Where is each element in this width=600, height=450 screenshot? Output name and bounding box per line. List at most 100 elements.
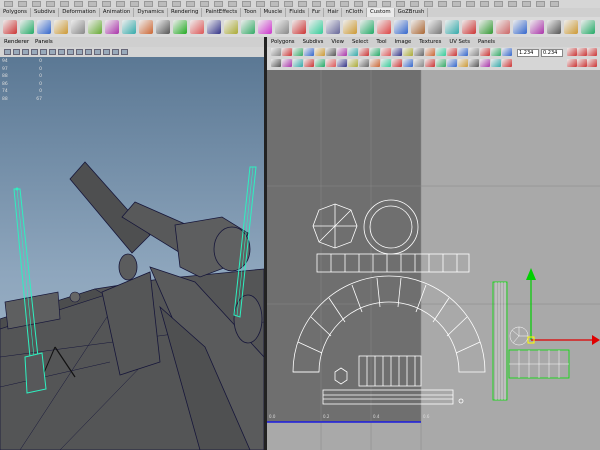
- status-line-button[interactable]: [382, 1, 391, 7]
- uv-tool-icon[interactable]: [458, 59, 468, 67]
- status-line-button[interactable]: [158, 1, 167, 7]
- status-line-button[interactable]: [4, 1, 13, 7]
- uv-tool-icon[interactable]: [447, 48, 457, 56]
- status-line-button[interactable]: [88, 1, 97, 7]
- uv-tool-icon[interactable]: [381, 59, 391, 67]
- uv-tool-icon[interactable]: [587, 59, 597, 67]
- uv-tool-icon[interactable]: [315, 59, 325, 67]
- shelf-tool-icon[interactable]: [173, 20, 187, 34]
- status-line-button[interactable]: [354, 1, 363, 7]
- shelf-tab-gozbrush[interactable]: GoZBrush: [395, 8, 429, 17]
- uv-menu-select[interactable]: Select: [348, 37, 372, 47]
- uv-tool-icon[interactable]: [414, 59, 424, 67]
- menu-panels[interactable]: Panels: [35, 39, 53, 45]
- panel-toolbar-icon[interactable]: [85, 49, 92, 55]
- uv-tool-icon[interactable]: [403, 48, 413, 56]
- shelf-tool-icon[interactable]: [496, 20, 510, 34]
- shelf-tool-icon[interactable]: [275, 20, 289, 34]
- shelf-tab-fur[interactable]: Fur: [309, 8, 325, 17]
- status-line-button[interactable]: [18, 1, 27, 7]
- status-line-button[interactable]: [298, 1, 307, 7]
- status-line-button[interactable]: [74, 1, 83, 7]
- shelf-tool-icon[interactable]: [513, 20, 527, 34]
- status-line-button[interactable]: [438, 1, 447, 7]
- shelf-tool-icon[interactable]: [105, 20, 119, 34]
- status-line-button[interactable]: [340, 1, 349, 7]
- uv-tool-icon[interactable]: [359, 59, 369, 67]
- status-line-button[interactable]: [270, 1, 279, 7]
- status-line-button[interactable]: [424, 1, 433, 7]
- uv-tool-icon[interactable]: [293, 48, 303, 56]
- shelf-tab-muscle[interactable]: Muscle: [261, 8, 287, 17]
- uv-tool-icon[interactable]: [282, 59, 292, 67]
- status-line-button[interactable]: [46, 1, 55, 7]
- uv-tool-icon[interactable]: [293, 59, 303, 67]
- status-line-button[interactable]: [102, 1, 111, 7]
- uv-tool-icon[interactable]: [271, 48, 281, 56]
- uv-tool-icon[interactable]: [480, 59, 490, 67]
- shelf-tab-rendering[interactable]: Rendering: [168, 8, 203, 17]
- uv-tool-icon[interactable]: [315, 48, 325, 56]
- shelf-tool-icon[interactable]: [258, 20, 272, 34]
- shelf-tool-icon[interactable]: [547, 20, 561, 34]
- status-line-button[interactable]: [466, 1, 475, 7]
- uv-tool-icon[interactable]: [370, 59, 380, 67]
- panel-toolbar-icon[interactable]: [67, 49, 74, 55]
- shelf-tool-icon[interactable]: [309, 20, 323, 34]
- u-value-field[interactable]: 1.234: [517, 49, 539, 57]
- uv-tool-icon[interactable]: [392, 59, 402, 67]
- shelf-tool-icon[interactable]: [190, 20, 204, 34]
- panel-toolbar-icon[interactable]: [94, 49, 101, 55]
- shelf-tab-deformation[interactable]: Deformation: [59, 8, 100, 17]
- shelf-tab-dynamics[interactable]: Dynamics: [134, 8, 168, 17]
- uv-tool-icon[interactable]: [458, 48, 468, 56]
- status-line-button[interactable]: [256, 1, 265, 7]
- uv-tool-icon[interactable]: [436, 59, 446, 67]
- status-line-button[interactable]: [312, 1, 321, 7]
- shelf-tab-toon[interactable]: Toon: [241, 8, 261, 17]
- uv-tool-icon[interactable]: [326, 48, 336, 56]
- uv-tool-icon[interactable]: [348, 48, 358, 56]
- uv-tool-icon[interactable]: [326, 59, 336, 67]
- uv-tool-icon[interactable]: [403, 59, 413, 67]
- uv-tool-icon[interactable]: [370, 48, 380, 56]
- shelf-tool-icon[interactable]: [20, 20, 34, 34]
- uv-menu-textures[interactable]: Textures: [415, 37, 445, 47]
- panel-toolbar-icon[interactable]: [76, 49, 83, 55]
- uv-tool-icon[interactable]: [587, 48, 597, 56]
- panel-toolbar-icon[interactable]: [22, 49, 29, 55]
- shelf-tab-ncloth[interactable]: nCloth: [342, 8, 367, 17]
- uv-tool-icon[interactable]: [381, 48, 391, 56]
- shelf-tool-icon[interactable]: [37, 20, 51, 34]
- status-line-button[interactable]: [32, 1, 41, 7]
- status-line-button[interactable]: [284, 1, 293, 7]
- uv-tool-icon[interactable]: [359, 48, 369, 56]
- status-line-button[interactable]: [508, 1, 517, 7]
- uv-tool-icon[interactable]: [502, 59, 512, 67]
- shelf-tool-icon[interactable]: [445, 20, 459, 34]
- uv-menu-tool[interactable]: Tool: [372, 37, 390, 47]
- uv-tool-icon[interactable]: [491, 59, 501, 67]
- uv-tool-icon[interactable]: [469, 59, 479, 67]
- uv-tool-icon[interactable]: [447, 59, 457, 67]
- status-line-button[interactable]: [494, 1, 503, 7]
- status-line-button[interactable]: [452, 1, 461, 7]
- status-line-button[interactable]: [410, 1, 419, 7]
- uv-menu-uv-sets[interactable]: UV Sets: [445, 37, 474, 47]
- shelf-tool-icon[interactable]: [360, 20, 374, 34]
- shelf-tool-icon[interactable]: [207, 20, 221, 34]
- status-line-button[interactable]: [60, 1, 69, 7]
- uv-tool-icon[interactable]: [425, 59, 435, 67]
- uv-tool-icon[interactable]: [304, 59, 314, 67]
- uv-menu-panels[interactable]: Panels: [474, 37, 499, 47]
- uv-menu-polygons[interactable]: Polygons: [267, 37, 299, 47]
- uv-menu-subdivs[interactable]: Subdivs: [299, 37, 328, 47]
- status-line-button[interactable]: [326, 1, 335, 7]
- status-line-button[interactable]: [368, 1, 377, 7]
- uv-tool-icon[interactable]: [577, 48, 587, 56]
- status-line-button[interactable]: [536, 1, 545, 7]
- uv-tool-icon[interactable]: [567, 48, 577, 56]
- shelf-tool-icon[interactable]: [326, 20, 340, 34]
- shelf-tool-icon[interactable]: [54, 20, 68, 34]
- shelf-tool-icon[interactable]: [564, 20, 578, 34]
